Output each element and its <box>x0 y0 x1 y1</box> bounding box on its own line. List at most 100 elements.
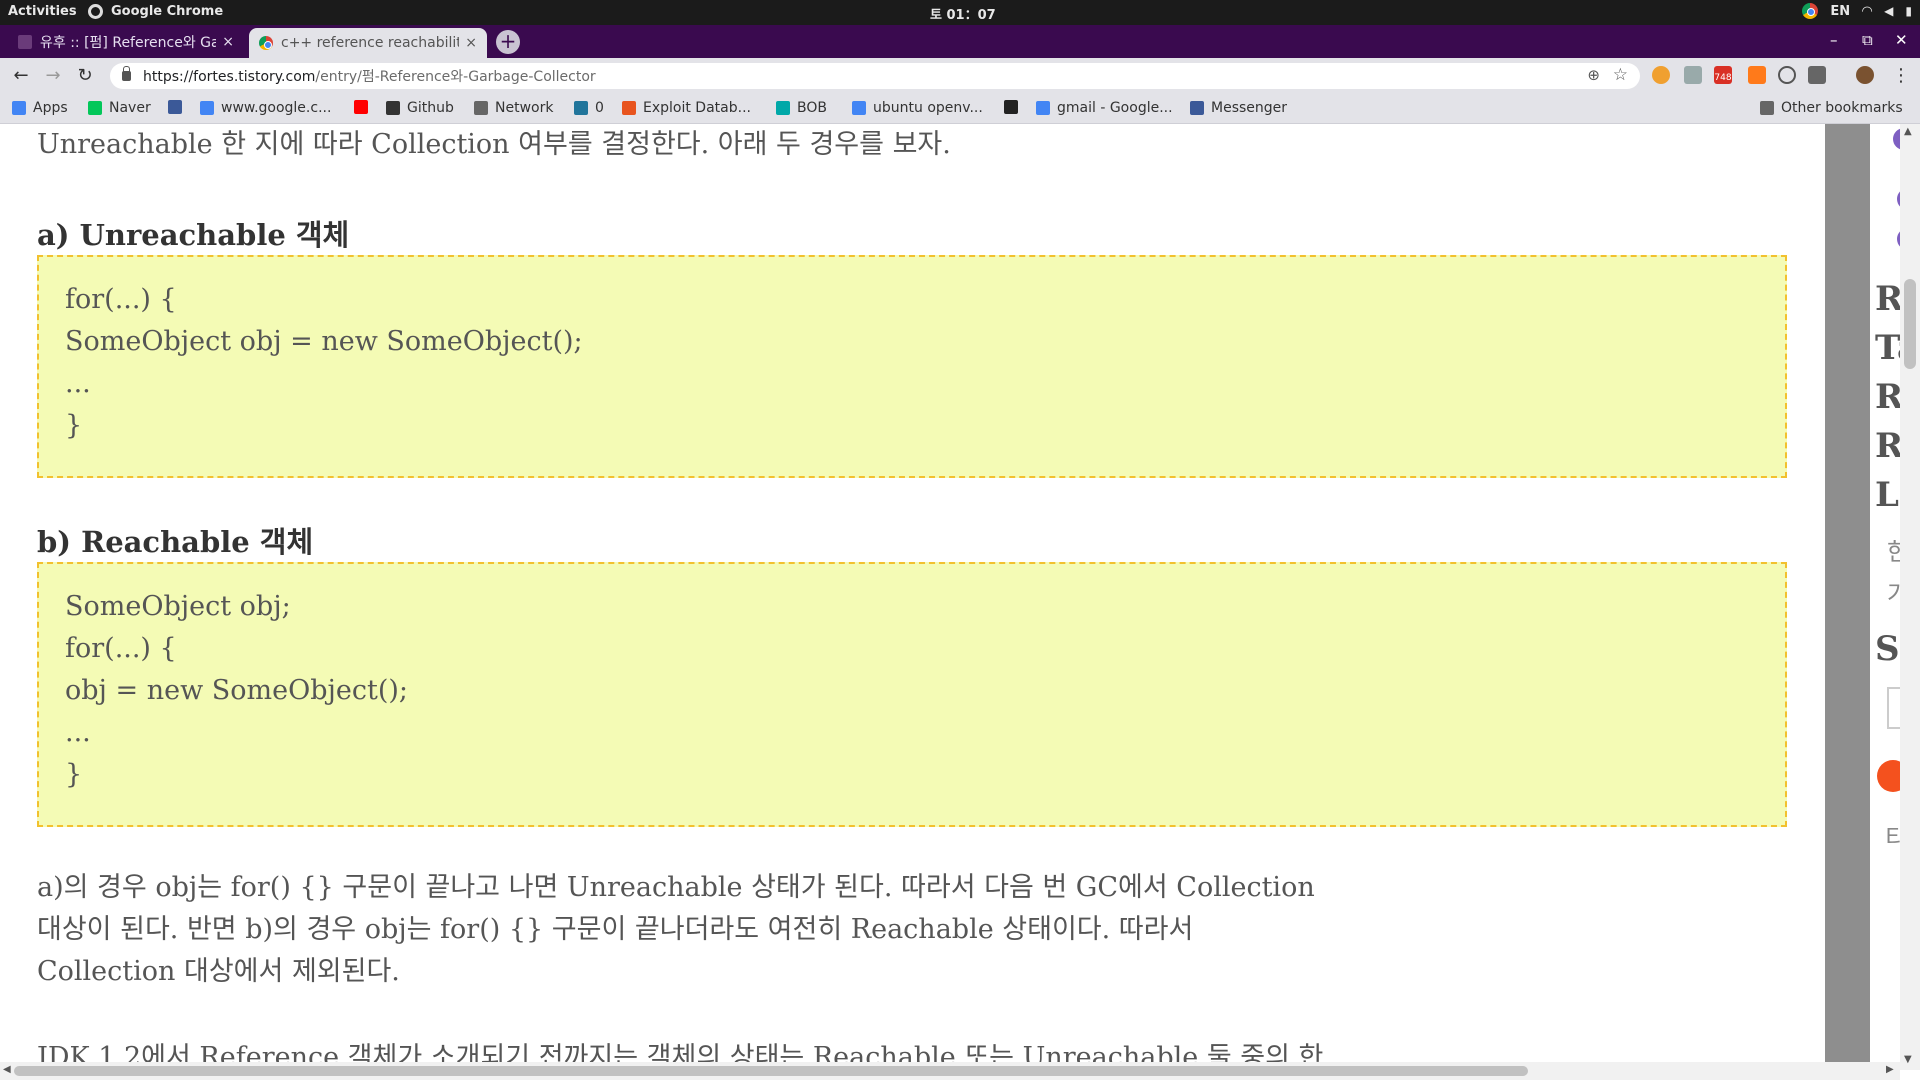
sidebar-link[interactable]: Li <box>1875 475 1900 515</box>
scroll-left-icon[interactable]: ◀ <box>3 1064 11 1075</box>
bookmark-ubuntu-openv[interactable]: ubuntu openv... <box>852 100 983 116</box>
code-line: ... <box>65 717 91 748</box>
profile-avatar[interactable] <box>1856 66 1874 84</box>
code-block-reachable: SomeObject obj; for(...) { obj = new Som… <box>37 562 1787 827</box>
sidebar-text: 가 <box>1887 580 1900 608</box>
lock-icon[interactable] <box>122 66 131 81</box>
bookmark-label: gmail - Google... <box>1057 100 1173 116</box>
language-indicator[interactable]: EN <box>1830 4 1850 19</box>
back-icon[interactable]: ← <box>10 65 32 87</box>
tistory-favicon-icon <box>18 34 32 49</box>
minimize-button[interactable]: – <box>1830 31 1838 49</box>
bookmark-star-icon[interactable]: ☆ <box>1613 65 1628 85</box>
maximize-button[interactable]: ⧉ <box>1862 31 1873 49</box>
wordpress-icon <box>574 101 588 115</box>
sidebar-link[interactable]: R <box>1875 426 1900 466</box>
activities-button[interactable]: Activities <box>8 4 77 19</box>
code-line: for(...) { <box>65 284 177 315</box>
volume-icon[interactable]: ◀ <box>1884 4 1893 18</box>
clock[interactable]: 토 01：07 <box>930 4 996 23</box>
bookmark-network[interactable]: Network <box>474 100 553 116</box>
tab-title: 유후 :: [펌] Reference와 Ga <box>40 34 217 51</box>
tab-close-icon[interactable]: × <box>222 34 234 50</box>
sidebar-link[interactable]: Ta <box>1875 328 1900 368</box>
address-bar[interactable]: https://fortes.tistory.com/entry/펌-Refer… <box>110 63 1640 89</box>
vertical-scrollbar[interactable]: ▲ ▼ <box>1900 124 1920 1070</box>
cast-extension-icon[interactable] <box>1808 66 1826 84</box>
code-line: SomeObject obj = new SomeObject(); <box>65 326 583 357</box>
sidebar-link[interactable]: R <box>1875 377 1900 417</box>
facebook-icon <box>1190 101 1204 115</box>
chrome-tray-icon[interactable] <box>1802 3 1819 19</box>
code-line: SomeObject obj; <box>65 591 291 622</box>
bookmark-apps[interactable]: Apps <box>12 100 68 116</box>
horizontal-scrollbar[interactable]: ◀ ▶ <box>0 1062 1900 1080</box>
bookmark-www-google-c[interactable]: www.google.c... <box>200 100 331 116</box>
tab-close-icon[interactable]: × <box>465 35 477 51</box>
extension-icon[interactable] <box>1684 66 1702 84</box>
other-bookmarks[interactable]: Other bookmarks <box>1760 100 1903 116</box>
bookmark-facebook[interactable] <box>168 100 182 114</box>
bookmark-exploit-datab[interactable]: Exploit Datab... <box>622 100 751 116</box>
block-extension-icon[interactable] <box>1778 66 1796 84</box>
close-window-button[interactable]: ✕ <box>1895 31 1908 49</box>
scroll-thumb[interactable] <box>1904 279 1916 369</box>
bookmark-globe[interactable] <box>1004 100 1018 114</box>
cookie-extension-icon[interactable] <box>1652 66 1670 84</box>
bookmark-label: BOB <box>797 100 827 116</box>
google-icon <box>852 101 866 115</box>
exploit-db-icon <box>622 101 636 115</box>
scroll-up-icon[interactable]: ▲ <box>1904 126 1912 137</box>
bookmark-naver[interactable]: Naver <box>88 100 151 116</box>
menu-kebab-icon[interactable]: ⋮ <box>1890 65 1912 87</box>
intro-paragraph: Unreachable 한 지에 따라 Collection 여부를 결정한다.… <box>37 129 951 160</box>
bob-icon <box>776 101 790 115</box>
bookmark-0[interactable]: 0 <box>574 100 604 116</box>
battery-icon[interactable]: ▮ <box>1905 4 1912 18</box>
sidebar-text: 티 <box>1885 824 1900 852</box>
bookmark-label: 0 <box>595 100 604 116</box>
url-path: /entry/펌-Reference와-Garbage-Collector <box>315 69 596 85</box>
tab-cpp-reference[interactable]: c++ reference reachability × <box>249 28 487 58</box>
bookmark-label: www.google.c... <box>221 100 332 116</box>
bookmark-label: Apps <box>33 100 68 116</box>
code-line: for(...) { <box>65 633 177 664</box>
app-menu[interactable]: Google Chrome <box>88 4 223 19</box>
system-tray[interactable]: EN ◠ ◀ ▮ <box>1802 3 1912 19</box>
hscroll-thumb[interactable] <box>14 1066 1528 1076</box>
explanation-line: a)의 경우 obj는 for() {} 구문이 끝나고 나면 Unreacha… <box>37 872 1315 903</box>
bookmark-messenger[interactable]: Messenger <box>1190 100 1287 116</box>
bookmark-label: Network <box>495 100 554 116</box>
zoom-icon[interactable]: ⊕ <box>1587 66 1600 84</box>
app-name: Google Chrome <box>111 4 224 19</box>
code-line: } <box>65 410 83 441</box>
scroll-right-icon[interactable]: ▶ <box>1886 1064 1894 1075</box>
google-icon <box>200 101 214 115</box>
bookmark-github[interactable]: Github <box>386 100 454 116</box>
sidebar-text: 한 <box>1887 538 1900 566</box>
rss-extension-icon[interactable] <box>1748 66 1766 84</box>
scroll-down-icon[interactable]: ▼ <box>1904 1054 1912 1065</box>
google-favicon-icon <box>259 36 273 50</box>
mail-badge-extension-icon[interactable]: 748 <box>1714 66 1732 84</box>
new-tab-button[interactable]: + <box>496 30 520 54</box>
url-text[interactable]: https://fortes.tistory.com/entry/펌-Refer… <box>143 66 596 86</box>
forward-icon[interactable]: → <box>42 65 64 87</box>
explanation-line: 대상이 된다. 반면 b)의 경우 obj는 for() {} 구문이 끝나더라… <box>37 914 1194 945</box>
folder-icon <box>474 101 488 115</box>
reload-icon[interactable]: ↻ <box>74 65 96 87</box>
sidebar-search-input[interactable] <box>1887 687 1900 729</box>
folder-icon <box>1760 101 1774 115</box>
tab-reference-gc[interactable]: 유후 :: [펌] Reference와 Ga × <box>8 25 244 58</box>
code-line: obj = new SomeObject(); <box>65 675 408 706</box>
heading-reachable: b) Reachable 객체 <box>37 525 314 559</box>
bookmark-bob[interactable]: BOB <box>776 100 827 116</box>
wifi-icon[interactable]: ◠ <box>1862 4 1872 19</box>
sidebar-link[interactable]: R <box>1875 279 1900 319</box>
code-line: ... <box>65 368 91 399</box>
bookmark-youtube[interactable] <box>354 100 368 114</box>
bookmark-gmail-google[interactable]: gmail - Google... <box>1036 100 1173 116</box>
code-block-unreachable: for(...) { SomeObject obj = new SomeObje… <box>37 255 1787 478</box>
bookmark-label: Exploit Datab... <box>643 100 751 116</box>
naver-icon <box>88 101 102 115</box>
